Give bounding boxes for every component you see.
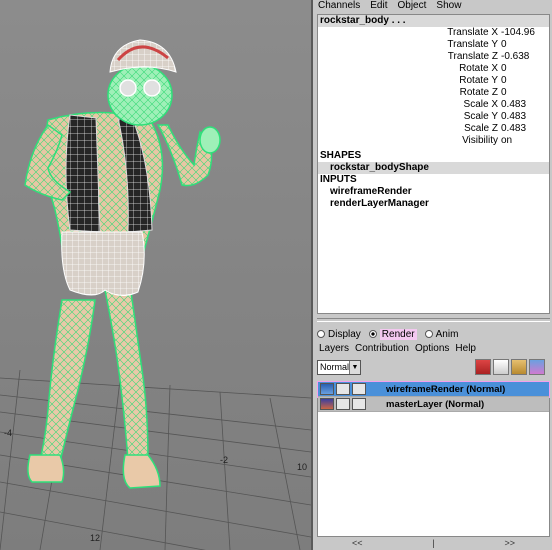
render-visibility-icon[interactable] [320, 398, 334, 410]
attr-scale-x[interactable]: Scale X 0.483 [318, 99, 549, 111]
radio-label: Anim [435, 328, 459, 340]
axis-tick-label: -2 [220, 455, 229, 465]
inputs-header: INPUTS [320, 174, 357, 185]
layer-override-icon[interactable] [352, 398, 366, 410]
chevron-down-icon[interactable]: ▼ [349, 361, 360, 374]
menu-object[interactable]: Object [398, 0, 427, 13]
radio-render[interactable]: Render [368, 328, 417, 340]
attr-value[interactable]: 0 [501, 75, 549, 87]
attr-value[interactable]: 0 [501, 87, 549, 99]
radio-dot-icon [317, 330, 325, 338]
attr-visibility[interactable]: Visibility on [318, 135, 549, 147]
menu-help[interactable]: Help [455, 343, 476, 354]
3d-viewport[interactable]: -4 10 12 -2 [0, 0, 311, 550]
attr-value[interactable]: 0 [501, 63, 549, 75]
channel-box-menubar: Channels Edit Object Show [313, 0, 552, 13]
attr-label: Rotate Z [459, 87, 498, 98]
blend-mode-select[interactable]: Normal ▼ [317, 360, 361, 375]
shape-item[interactable]: rockstar_bodyShape [318, 162, 549, 174]
render-visibility-icon[interactable] [320, 383, 334, 395]
attr-label: Scale Z [464, 123, 498, 134]
layer-row-masterLayer[interactable]: masterLayer (Normal) [318, 397, 549, 412]
collapse-left-button[interactable]: << [352, 538, 363, 550]
render-view-icon[interactable] [493, 359, 509, 375]
menu-edit[interactable]: Edit [370, 0, 387, 13]
layer-mode-radios: Display Render Anim [317, 327, 458, 341]
layer-state-icon[interactable] [336, 383, 350, 395]
menu-options[interactable]: Options [415, 343, 449, 354]
radio-dot-icon [424, 330, 433, 338]
attr-translate-y[interactable]: Translate Y0 [318, 39, 549, 51]
layer-name: masterLayer (Normal) [386, 398, 485, 410]
attr-label: Scale Y [463, 111, 498, 122]
attr-label: Translate Z [447, 51, 498, 62]
attr-value[interactable]: 0.483 [501, 111, 549, 123]
attr-value[interactable]: 0.483 [501, 123, 549, 135]
new-layer-selected-icon[interactable] [529, 359, 545, 375]
menu-contribution[interactable]: Contribution [355, 343, 409, 354]
menu-layers[interactable]: Layers [319, 343, 349, 354]
new-layer-icon[interactable] [511, 359, 527, 375]
attr-value[interactable]: 0 [501, 39, 549, 51]
attr-scale-y[interactable]: Scale Y 0.483 [318, 111, 549, 123]
attr-value[interactable]: -104.96 [501, 27, 549, 39]
attr-label: Translate X [447, 27, 498, 38]
menu-show[interactable]: Show [436, 0, 461, 13]
radio-dot-icon [368, 330, 377, 338]
axis-tick-label: -4 [4, 428, 13, 438]
radio-label: Display [328, 328, 361, 340]
menu-channels[interactable]: Channels [318, 0, 360, 13]
radio-anim[interactable]: Anim [424, 328, 459, 340]
footer-separator: | [432, 538, 435, 548]
object-name[interactable]: rockstar_body . . . [318, 15, 549, 27]
attr-rotate-y[interactable]: Rotate Y0 [318, 75, 549, 87]
attr-label: Rotate Y [459, 75, 498, 86]
attr-scale-z[interactable]: Scale Z 0.483 [318, 123, 549, 135]
attr-rotate-x[interactable]: Rotate X0 [318, 63, 549, 75]
input-item[interactable]: wireframeRender [318, 186, 549, 198]
panel-divider[interactable] [317, 318, 550, 322]
attr-translate-x[interactable]: Translate X -104.96 [318, 27, 549, 39]
render-settings-icon[interactable] [475, 359, 491, 375]
shapes-header: SHAPES [320, 150, 362, 161]
attr-label: Scale X [463, 99, 498, 110]
radio-label: Render [379, 328, 417, 340]
attr-value[interactable]: -0.638 [501, 51, 549, 63]
panel-footer: << | >> [317, 538, 550, 550]
blend-mode-value: Normal [320, 362, 350, 372]
collapse-right-button[interactable]: >> [505, 538, 516, 550]
layer-row-wireframeRender[interactable]: wireframeRender (Normal) [317, 381, 550, 398]
axis-tick-label: 12 [90, 533, 101, 543]
attr-translate-z[interactable]: Translate Z -0.638 [318, 51, 549, 63]
character-model [24, 39, 221, 489]
input-item[interactable]: renderLayerManager [318, 198, 549, 210]
layer-state-icon[interactable] [336, 398, 350, 410]
channel-box-panel: Channels Edit Object Show rockstar_body … [311, 0, 552, 550]
layer-toolbar: Normal ▼ [317, 358, 550, 378]
layer-name: wireframeRender (Normal) [386, 383, 506, 395]
attr-label: Visibility [462, 135, 498, 146]
channel-box: rockstar_body . . . Translate X -104.96 T… [317, 14, 550, 314]
radio-display[interactable]: Display [317, 329, 361, 340]
layer-editor-menubar: Layers Contribution Options Help [319, 343, 476, 354]
attr-label: Rotate X [459, 63, 498, 74]
viewport-scene [0, 39, 311, 550]
attr-rotate-z[interactable]: Rotate Z0 [318, 87, 549, 99]
layer-list: wireframeRender (Normal) masterLayer (No… [317, 381, 550, 537]
attr-label: Translate Y [447, 39, 498, 50]
axis-tick-label: 10 [297, 462, 308, 472]
layer-override-icon[interactable] [352, 383, 366, 395]
attr-value[interactable]: 0.483 [501, 99, 549, 111]
attr-value[interactable]: on [501, 135, 549, 147]
